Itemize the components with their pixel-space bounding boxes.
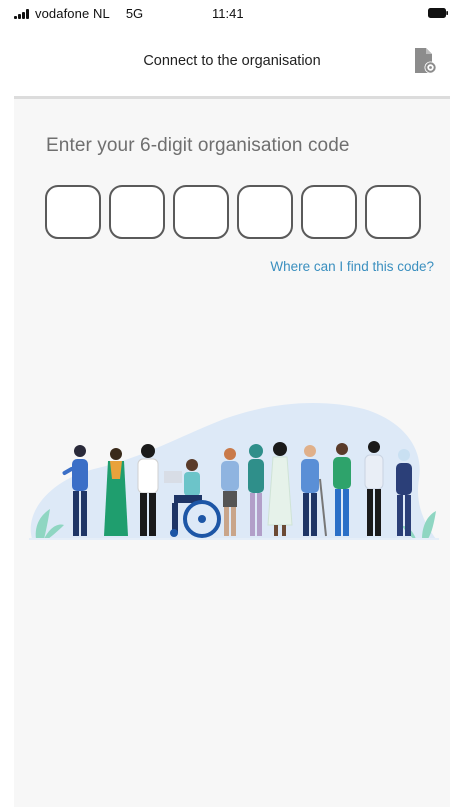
carrier-name: vodafone NL: [35, 6, 110, 21]
header: Connect to the organisation: [0, 30, 464, 94]
app-screen: vodafone NL 5G 11:41 Connect to the orga…: [0, 0, 464, 807]
code-digit-1[interactable]: [45, 185, 101, 239]
clock: 11:41: [212, 6, 244, 21]
code-input-row: [45, 185, 421, 239]
people-illustration: [29, 403, 439, 540]
status-left: vodafone NL 5G: [14, 6, 143, 21]
status-bar: vodafone NL 5G 11:41: [0, 0, 464, 30]
network-type: 5G: [125, 6, 144, 21]
code-digit-5[interactable]: [301, 185, 357, 239]
document-settings-icon[interactable]: [412, 47, 438, 75]
find-code-link[interactable]: Where can I find this code?: [270, 259, 434, 274]
code-digit-3[interactable]: [173, 185, 229, 239]
signal-icon: [14, 8, 29, 19]
code-digit-2[interactable]: [109, 185, 165, 239]
code-digit-4[interactable]: [237, 185, 293, 239]
content-area: Enter your 6-digit organisation code Whe…: [14, 96, 450, 807]
page-title: Connect to the organisation: [143, 53, 321, 69]
code-instruction: Enter your 6-digit organisation code: [46, 135, 350, 156]
battery-icon: [428, 8, 448, 18]
code-digit-6[interactable]: [365, 185, 421, 239]
